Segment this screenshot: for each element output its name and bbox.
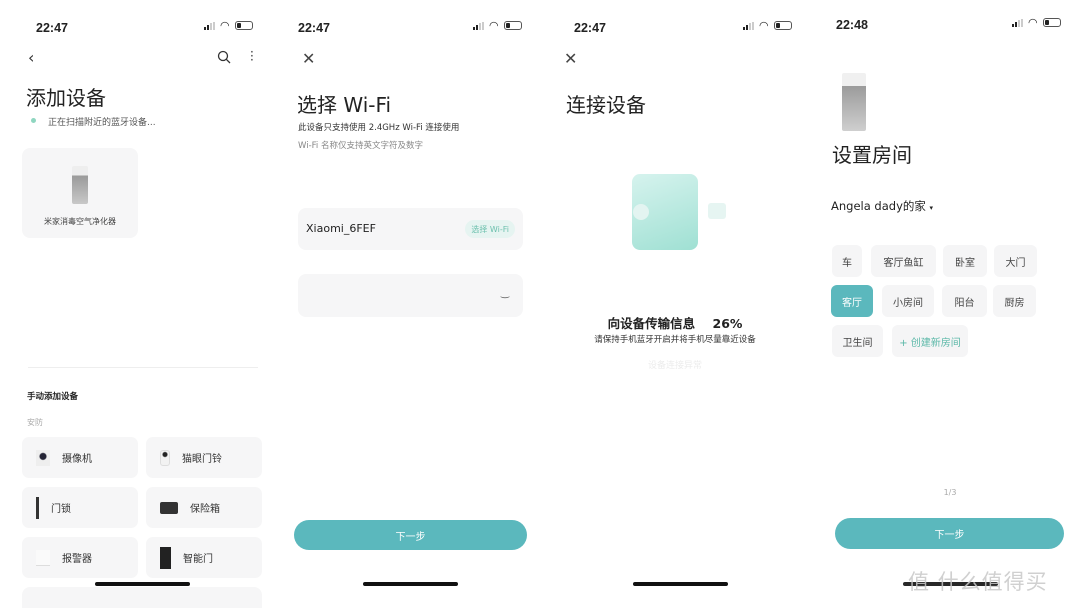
scanning-text: 正在扫描附近的蓝牙设备... bbox=[48, 118, 156, 128]
page-title: 添加设备 bbox=[26, 86, 106, 110]
wifi-icon: ◠ bbox=[1028, 15, 1038, 29]
progress-text: 向设备传输信息 26% bbox=[540, 313, 810, 332]
connection-issue-link[interactable]: 设备连接异常 bbox=[540, 358, 810, 371]
battery-icon bbox=[773, 21, 792, 30]
air-purifier-image bbox=[72, 166, 88, 204]
manual-heading: 手动添加设备 bbox=[27, 392, 79, 402]
room-chip[interactable]: 大门 bbox=[994, 245, 1037, 277]
camera-icon bbox=[36, 449, 50, 466]
battery-icon bbox=[234, 21, 253, 30]
device-alarm[interactable]: 报警器 bbox=[22, 537, 138, 578]
dropdown-arrow-icon: ▾ bbox=[929, 204, 934, 212]
device-lock[interactable]: 门锁 bbox=[22, 487, 138, 528]
ssid-value: Xiaomi_6FEF bbox=[306, 222, 376, 235]
home-name: Angela dady的家 bbox=[831, 199, 926, 213]
device-camera[interactable]: 摄像机 bbox=[22, 437, 138, 478]
battery-icon bbox=[503, 21, 522, 30]
device-label: 智能门 bbox=[183, 554, 213, 565]
category-label: 安防 bbox=[27, 418, 43, 427]
status-icons: ◠ bbox=[743, 18, 792, 32]
device-label: 报警器 bbox=[62, 554, 92, 565]
home-indicator[interactable] bbox=[633, 582, 728, 586]
room-chip[interactable]: 卫生间 bbox=[832, 325, 883, 357]
status-time: 22:47 bbox=[298, 21, 330, 35]
wifi-icon: ◠ bbox=[220, 18, 230, 32]
device-illustration bbox=[708, 203, 726, 219]
close-icon[interactable]: ✕ bbox=[302, 49, 315, 68]
device-label: 门锁 bbox=[51, 504, 71, 515]
signal-dot-left bbox=[633, 204, 649, 220]
eye-closed-icon[interactable]: ‿ bbox=[501, 288, 509, 299]
status-icons: ◠ bbox=[473, 18, 522, 32]
status-icons: ◠ bbox=[204, 18, 253, 32]
device-doorbell[interactable]: 猫眼门铃 bbox=[146, 437, 262, 478]
wifi-icon: ◠ bbox=[489, 18, 499, 32]
signal-icon bbox=[743, 21, 754, 30]
door-lock-icon bbox=[36, 496, 39, 519]
status-icons: ◠ bbox=[1012, 15, 1061, 29]
signal-icon bbox=[1012, 18, 1023, 27]
next-button[interactable]: 下一步 bbox=[835, 518, 1064, 549]
back-icon[interactable]: ‹ bbox=[28, 48, 34, 67]
found-device-name: 米家消毒空气净化器 bbox=[44, 217, 116, 226]
status-time: 22:47 bbox=[36, 21, 68, 35]
choose-wifi-button[interactable]: 选择 Wi-Fi bbox=[465, 220, 515, 238]
smart-door-icon bbox=[160, 546, 171, 569]
room-chip-selected[interactable]: 客厅 bbox=[831, 285, 873, 317]
wifi-icon: ◠ bbox=[759, 18, 769, 32]
page-title: 设置房间 bbox=[832, 143, 912, 167]
page-indicator: 1/3 bbox=[943, 488, 957, 497]
close-icon[interactable]: ✕ bbox=[564, 49, 577, 68]
watermark: 值 什么值得买 bbox=[908, 570, 1048, 594]
status-time: 22:48 bbox=[836, 18, 868, 32]
safe-icon bbox=[160, 501, 178, 514]
device-label: 摄像机 bbox=[62, 454, 92, 465]
page-title: 连接设备 bbox=[566, 93, 646, 117]
wifi-note-1: 此设备只支持使用 2.4GHz Wi-Fi 连接使用 bbox=[298, 123, 460, 133]
password-field[interactable]: ‿ bbox=[298, 274, 523, 317]
screen-select-wifi: 22:47 ◠ ✕ 选择 Wi-Fi 此设备只支持使用 2.4GHz Wi-Fi… bbox=[270, 0, 540, 608]
device-safe[interactable]: 保险箱 bbox=[146, 487, 262, 528]
home-indicator[interactable] bbox=[95, 582, 190, 586]
more-icon[interactable]: · · · bbox=[250, 46, 254, 66]
room-chip[interactable]: 厨房 bbox=[993, 285, 1036, 317]
page-title: 选择 Wi-Fi bbox=[297, 93, 392, 117]
found-device-card[interactable]: 米家消毒空气净化器 bbox=[22, 148, 138, 238]
battery-icon bbox=[1042, 18, 1061, 27]
signal-icon bbox=[204, 21, 215, 30]
divider bbox=[28, 367, 258, 368]
screen-connect-device: 22:47 ◠ ✕ 连接设备 向设备传输信息 26% 请保持手机蓝牙开启并将手机… bbox=[540, 0, 810, 608]
doorbell-icon bbox=[160, 449, 170, 466]
device-label: 猫眼门铃 bbox=[182, 454, 222, 465]
scanning-dot-icon bbox=[31, 118, 36, 123]
wifi-note-2: Wi-Fi 名称仅支持英文字符及数字 bbox=[298, 141, 423, 151]
next-button[interactable]: 下一步 bbox=[294, 520, 527, 550]
device-label: 保险箱 bbox=[190, 504, 220, 515]
room-chip[interactable]: 客厅鱼缸 bbox=[871, 245, 936, 277]
progress-percent: 26% bbox=[712, 316, 743, 331]
signal-icon bbox=[473, 21, 484, 30]
home-selector[interactable]: Angela dady的家 ▾ bbox=[831, 198, 933, 214]
room-chip[interactable]: 车 bbox=[832, 245, 862, 277]
progress-label: 向设备传输信息 bbox=[607, 316, 696, 331]
device-smart-door[interactable]: 智能门 bbox=[146, 537, 262, 578]
room-chip[interactable]: 小房间 bbox=[882, 285, 934, 317]
room-chip[interactable]: 阳台 bbox=[942, 285, 987, 317]
air-purifier-image bbox=[842, 73, 866, 131]
home-indicator[interactable] bbox=[363, 582, 458, 586]
ssid-field[interactable]: Xiaomi_6FEF 选择 Wi-Fi bbox=[298, 208, 523, 250]
screen-set-room: 22:48 ◠ 设置房间 Angela dady的家 ▾ 车 客厅鱼缸 卧室 大… bbox=[810, 0, 1080, 608]
alarm-icon bbox=[36, 549, 50, 566]
status-time: 22:47 bbox=[574, 21, 606, 35]
create-room-button[interactable]: + 创建新房间 bbox=[892, 325, 968, 357]
screen-add-device: 22:47 ◠ ‹ · · · 添加设备 正在扫描附近的蓝牙设备... 米家消毒空气… bbox=[0, 0, 270, 608]
search-icon[interactable] bbox=[217, 50, 231, 64]
progress-hint: 请保持手机蓝牙开启并将手机尽量靠近设备 bbox=[594, 335, 756, 345]
device-row-partial bbox=[22, 587, 262, 608]
room-chip[interactable]: 卧室 bbox=[943, 245, 987, 277]
